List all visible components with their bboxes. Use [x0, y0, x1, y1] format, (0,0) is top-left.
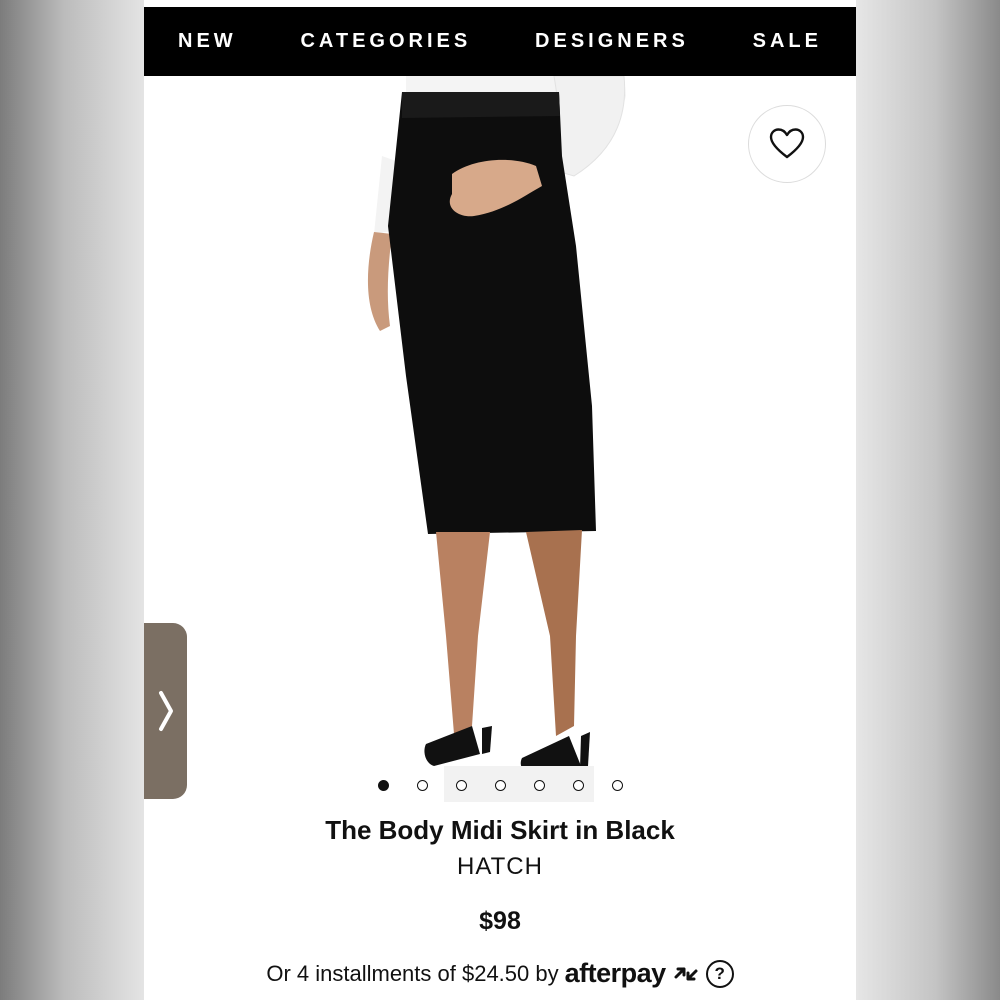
nav-categories[interactable]: CATEGORIES [300, 30, 471, 53]
carousel-dot-7[interactable] [611, 779, 623, 791]
nav-new[interactable]: NEW [178, 30, 237, 53]
carousel-dot-2[interactable] [416, 779, 428, 791]
product-photo [367, 76, 626, 802]
afterpay-logo: afterpay [564, 958, 667, 988]
product-image-carousel[interactable] [144, 76, 856, 802]
nav-designers[interactable]: DESIGNERS [535, 30, 689, 53]
afterpay-arrows-icon [674, 967, 698, 980]
top-status-gap [144, 0, 856, 7]
right-background-blur [856, 0, 1000, 1000]
top-navigation-bar: NEW CATEGORIES DESIGNERS SALE [144, 7, 856, 76]
side-panel-tab[interactable] [144, 623, 187, 799]
nav-sale[interactable]: SALE [753, 30, 822, 53]
afterpay-help-button[interactable]: ? [705, 959, 734, 988]
carousel-dot-6[interactable] [572, 779, 584, 791]
carousel-dot-3[interactable] [455, 779, 467, 791]
product-price: $98 [479, 907, 521, 935]
carousel-pagination [144, 776, 856, 794]
heart-icon [769, 128, 805, 159]
product-title: The Body Midi Skirt in Black [325, 815, 675, 845]
mobile-page: NEW CATEGORIES DESIGNERS SALE The Body M… [144, 0, 856, 1000]
carousel-dot-5[interactable] [533, 779, 545, 791]
carousel-dot-4[interactable] [494, 779, 506, 791]
afterpay-installments: Or 4 installments of $24.50 by afterpay … [144, 958, 856, 989]
chevron-right-icon [158, 691, 173, 731]
installments-text: Or 4 installments of $24.50 by [266, 960, 559, 986]
product-brand[interactable]: HATCH [144, 853, 856, 881]
left-background-blur [0, 0, 144, 1000]
wishlist-button[interactable] [748, 105, 826, 183]
carousel-dot-1[interactable] [377, 779, 389, 791]
